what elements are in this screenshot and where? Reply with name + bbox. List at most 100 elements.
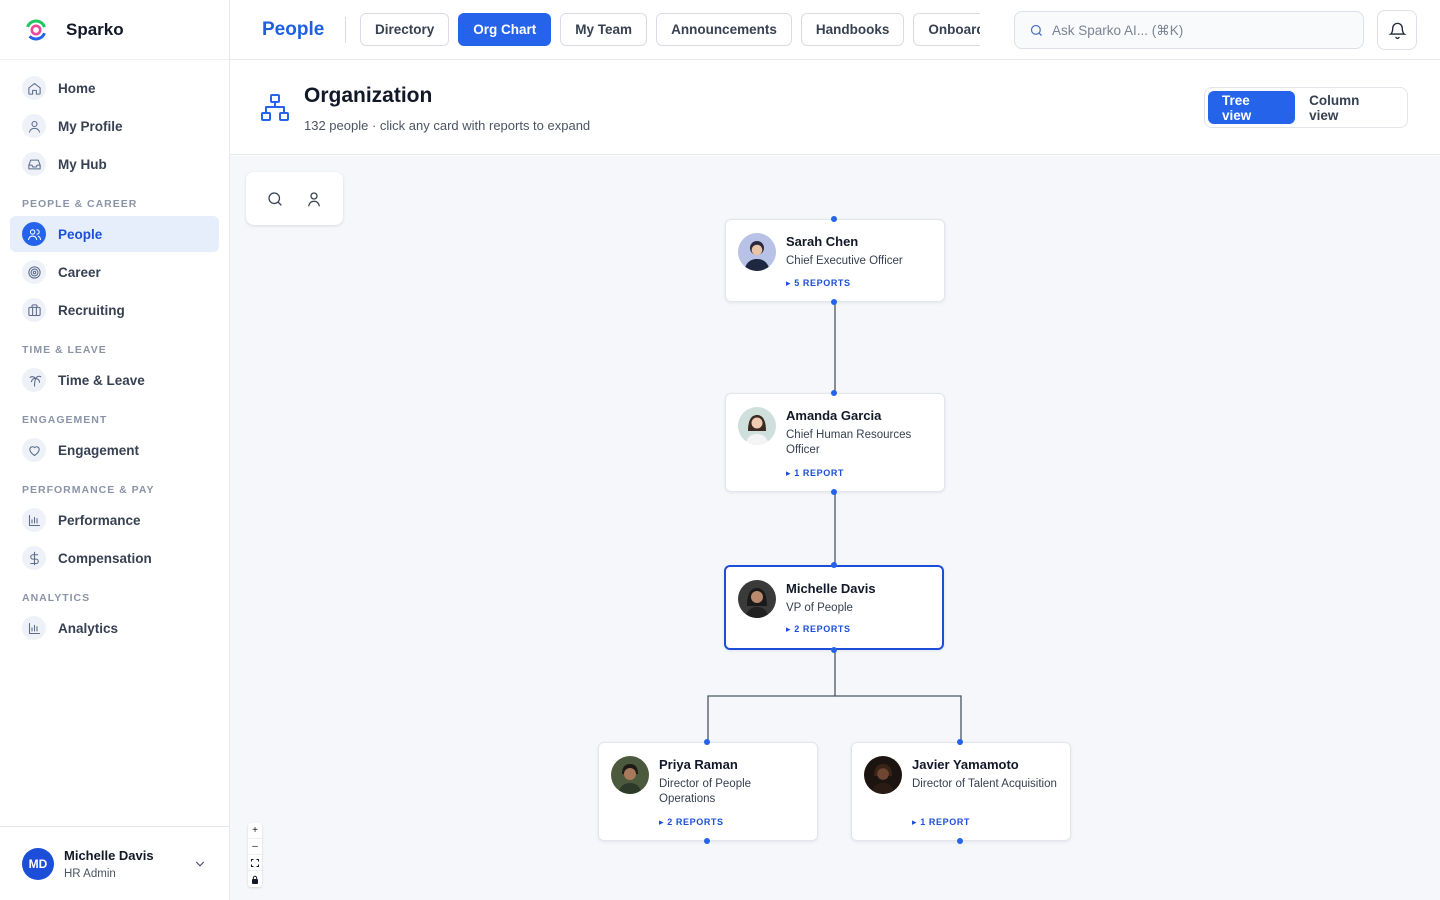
connector-handle xyxy=(704,739,710,745)
sidebar-item-my-hub[interactable]: My Hub xyxy=(10,146,219,182)
notifications-button[interactable] xyxy=(1377,10,1417,50)
top-bar: People Directory Org Chart My Team Annou… xyxy=(230,0,1440,60)
tab-bar: Directory Org Chart My Team Announcement… xyxy=(360,13,980,46)
heart-icon xyxy=(22,438,46,462)
bell-icon xyxy=(1387,22,1407,39)
zoom-in-button[interactable]: + xyxy=(248,823,262,839)
sidebar-item-label: Career xyxy=(58,264,101,280)
connector-handle xyxy=(831,216,837,222)
tree-view-button[interactable]: Tree view xyxy=(1208,91,1296,124)
chevron-down-icon[interactable] xyxy=(193,857,207,871)
connector-handle xyxy=(831,562,837,568)
person-name: Michelle Davis xyxy=(786,581,876,596)
person-name: Priya Raman xyxy=(659,757,738,772)
reports-count[interactable]: ▸ 1 REPORT xyxy=(912,817,970,828)
org-card-sarah-chen[interactable]: Sarah Chen Chief Executive Officer ▸ 5 R… xyxy=(725,216,945,305)
sidebar-item-label: Engagement xyxy=(58,442,140,458)
briefcase-icon xyxy=(22,298,46,322)
sparko-logo-icon xyxy=(25,19,47,40)
sidebar-item-compensation[interactable]: Compensation xyxy=(10,540,219,576)
page-header: Organization 132 people · click any card… xyxy=(230,60,1440,155)
connector-handle xyxy=(831,647,837,653)
zoom-controls: + – xyxy=(248,823,262,887)
tab-onboarding[interactable]: Onboarding xyxy=(913,13,980,46)
sidebar-item-performance[interactable]: Performance xyxy=(10,502,219,538)
org-chart-icon xyxy=(261,94,289,121)
person-title: Chief Executive Officer xyxy=(786,255,903,267)
avatar xyxy=(611,756,649,794)
avatar xyxy=(864,756,902,794)
edge-michelle-priya xyxy=(707,646,836,744)
search-icon[interactable] xyxy=(266,190,284,208)
sidebar-item-engagement[interactable]: Engagement xyxy=(10,432,219,468)
user-info: Michelle Davis HR Admin xyxy=(64,848,154,880)
section-heading: ANALYTICS xyxy=(22,592,91,604)
sidebar-item-time-leave[interactable]: Time & Leave xyxy=(10,362,219,398)
section-heading: TIME & LEAVE xyxy=(22,344,107,356)
reports-count[interactable]: ▸ 1 REPORT xyxy=(786,468,844,479)
sidebar-item-label: My Profile xyxy=(58,118,123,134)
user-icon[interactable] xyxy=(305,190,323,208)
connector-handle xyxy=(831,489,837,495)
sidebar-item-people[interactable]: People xyxy=(10,216,219,252)
sidebar-item-label: Home xyxy=(58,80,96,96)
person-name: Javier Yamamoto xyxy=(912,757,1019,772)
page-title: Organization xyxy=(304,84,433,107)
connector-handle xyxy=(831,299,837,305)
connector-handle xyxy=(957,739,963,745)
person-title: Director of Talent Acquisition xyxy=(912,778,1057,790)
avatar xyxy=(738,407,776,445)
user-role: HR Admin xyxy=(64,867,116,880)
dollar-icon xyxy=(22,546,46,570)
sidebar-item-my-profile[interactable]: My Profile xyxy=(10,108,219,144)
org-chart-canvas[interactable]: Sarah Chen Chief Executive Officer ▸ 5 R… xyxy=(230,156,1440,900)
tab-org-chart[interactable]: Org Chart xyxy=(458,13,552,46)
org-card-priya-raman[interactable]: Priya Raman Director of People Operation… xyxy=(598,739,818,844)
sidebar-item-home[interactable]: Home xyxy=(10,70,219,106)
tab-my-team[interactable]: My Team xyxy=(560,13,648,46)
search-bar[interactable] xyxy=(1014,11,1364,49)
home-icon xyxy=(22,76,46,100)
section-heading: ENGAGEMENT xyxy=(22,414,108,426)
fit-view-button[interactable] xyxy=(248,855,262,871)
users-icon xyxy=(22,222,46,246)
sidebar-item-analytics[interactable]: Analytics xyxy=(10,610,219,646)
zoom-out-button[interactable]: – xyxy=(248,839,262,855)
avatar xyxy=(738,233,776,271)
person-name: Amanda Garcia xyxy=(786,408,882,423)
reports-count[interactable]: ▸ 2 REPORTS xyxy=(659,817,724,828)
brand[interactable]: Sparko xyxy=(0,0,229,60)
reports-count[interactable]: ▸ 2 REPORTS xyxy=(786,624,851,635)
search-icon xyxy=(1030,24,1042,36)
org-card-javier-yamamoto[interactable]: Javier Yamamoto Director of Talent Acqui… xyxy=(851,739,1071,844)
lock-button[interactable] xyxy=(248,871,262,887)
person-title: Director of People Operations xyxy=(659,778,752,805)
user-menu[interactable]: MD Michelle Davis HR Admin xyxy=(0,826,229,900)
avatar xyxy=(738,580,776,618)
section-heading: PEOPLE & CAREER xyxy=(22,198,138,210)
fit-view-icon xyxy=(251,858,259,867)
sidebar-item-recruiting[interactable]: Recruiting xyxy=(10,292,219,328)
connector-handle xyxy=(957,838,963,844)
connector-handle xyxy=(704,838,710,844)
org-card-michelle-davis[interactable]: Michelle Davis VP of People ▸ 2 REPORTS xyxy=(724,562,944,653)
tab-announcements[interactable]: Announcements xyxy=(656,13,792,46)
connector-handle xyxy=(831,390,837,396)
tab-directory[interactable]: Directory xyxy=(360,13,450,46)
edge-michelle-javier xyxy=(835,695,962,744)
person-title: Chief Human Resources Officer xyxy=(786,429,912,456)
bar-chart-icon xyxy=(22,616,46,640)
reports-count[interactable]: ▸ 5 REPORTS xyxy=(786,278,851,289)
search-input[interactable] xyxy=(1052,22,1342,38)
sidebar-item-career[interactable]: Career xyxy=(10,254,219,290)
target-icon xyxy=(22,260,46,284)
org-card-amanda-garcia[interactable]: Amanda Garcia Chief Human Resources Offi… xyxy=(725,390,945,495)
person-name: Sarah Chen xyxy=(786,234,859,249)
bar-chart-icon xyxy=(22,508,46,532)
column-view-button[interactable]: Column view xyxy=(1295,91,1404,124)
sidebar-item-label: Performance xyxy=(58,512,141,528)
sidebar: Sparko Home My Profile My Hub PEOPLE & C… xyxy=(0,0,230,900)
tab-handbooks[interactable]: Handbooks xyxy=(800,13,905,46)
user-icon xyxy=(22,114,46,138)
user-name: Michelle Davis xyxy=(64,847,154,863)
